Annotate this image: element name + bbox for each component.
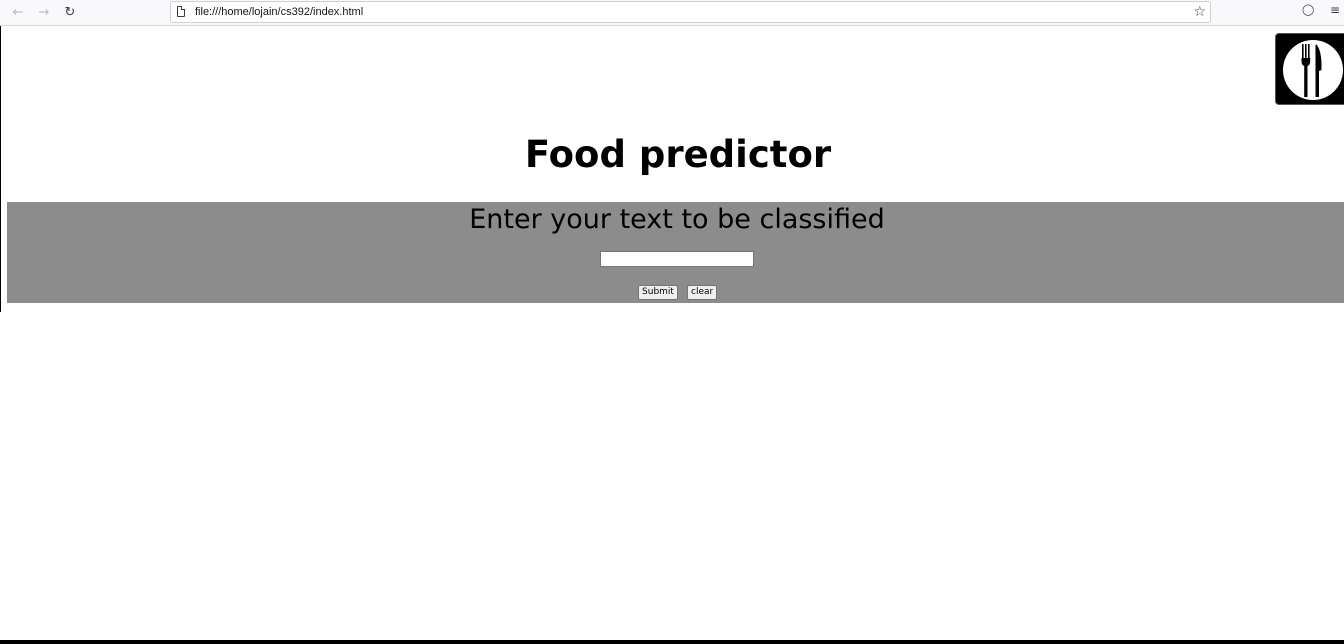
classification-form: Enter your text to be classified Submit … (7, 202, 1344, 303)
text-input[interactable] (600, 251, 754, 267)
address-bar[interactable]: file:///home/lojain/cs392/index.html ☆ (170, 1, 1211, 23)
browser-toolbar: ← → ↻ file:///home/lojain/cs392/index.ht… (0, 0, 1344, 26)
logo-graphic (1283, 40, 1343, 100)
pocket-icon[interactable]: ◯ (1302, 4, 1314, 16)
back-button[interactable]: ← (8, 3, 28, 23)
page-title: Food predictor (524, 133, 832, 176)
clear-button[interactable]: clear (687, 285, 717, 300)
reload-icon: ↻ (64, 5, 76, 20)
arrow-left-icon: ← (12, 5, 24, 20)
url-text[interactable]: file:///home/lojain/cs392/index.html (195, 5, 363, 19)
reload-button[interactable]: ↻ (60, 3, 80, 23)
fork-knife-plate-icon (1275, 33, 1344, 105)
browser-window: ← → ↻ file:///home/lojain/cs392/index.ht… (0, 0, 1344, 644)
forward-button[interactable]: → (34, 3, 54, 23)
bottom-border (0, 640, 1344, 644)
hamburger-menu-icon[interactable]: ≡ (1330, 4, 1342, 16)
page-icon (177, 6, 185, 17)
star-icon[interactable]: ☆ (1193, 3, 1206, 21)
arrow-right-icon: → (38, 5, 50, 20)
submit-button[interactable]: Submit (638, 285, 678, 300)
form-heading: Enter your text to be classified (469, 204, 885, 235)
